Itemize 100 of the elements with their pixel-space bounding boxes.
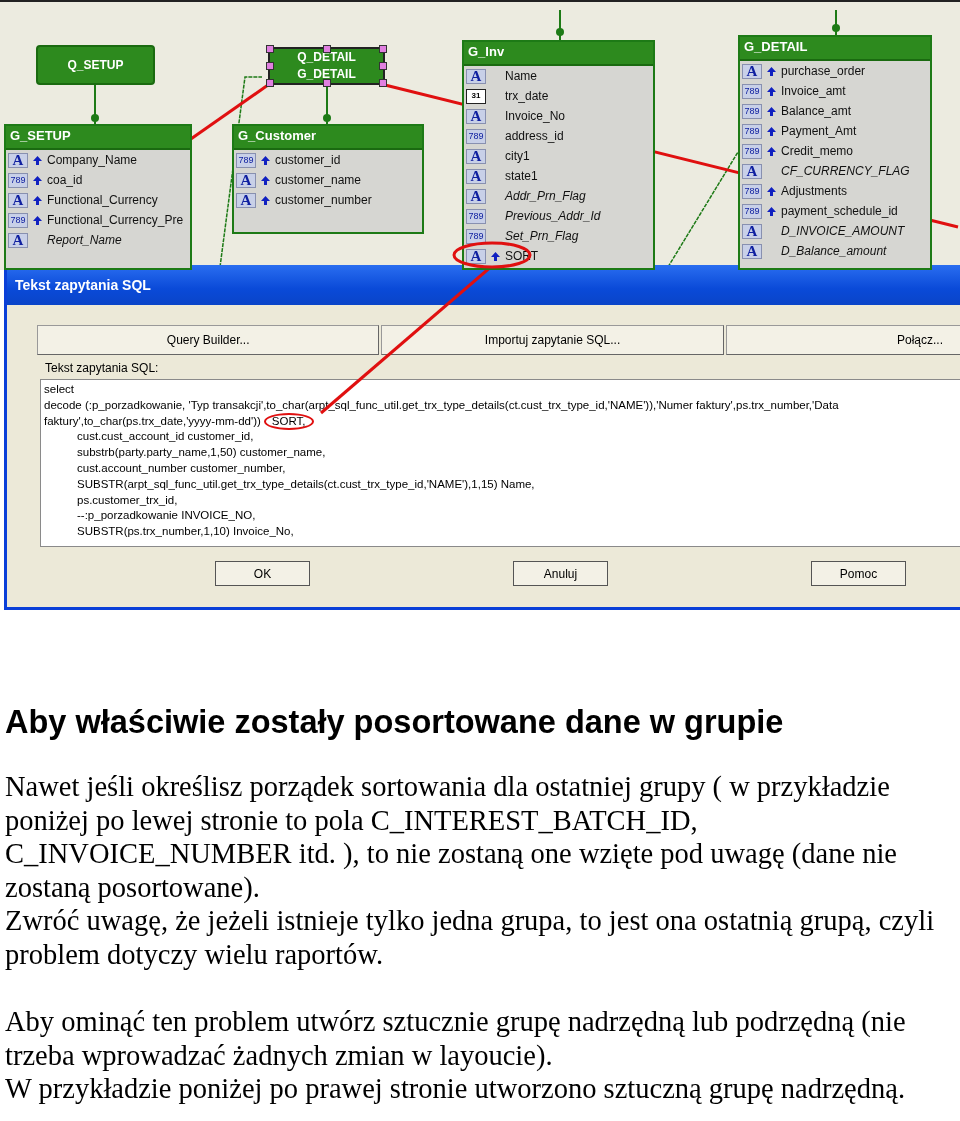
sql-line: SUBSTR(arpt_sql_func_util.get_trx_type_details(ct.cust_trx_type_id,'NAME'),1,15) Name, [76, 476, 536, 492]
sql-line: cust.cust_account_id customer_id, [76, 429, 255, 445]
sql-line: substrb(party.party_name,1,50) customer_name, [76, 445, 327, 461]
field-type-icon: A [742, 243, 762, 259]
field-name[interactable]: Functional_Currency_Pre [47, 213, 184, 227]
field-name[interactable]: Functional_Currency [47, 193, 158, 207]
field-name[interactable]: purchase_order [781, 64, 866, 78]
connector-line [556, 9, 564, 41]
connector-line [323, 84, 331, 125]
sql-line: faktury',to_char(ps.trx_date,'yyyy-mm-dd')) [44, 413, 261, 429]
field-name[interactable]: CF_CURRENCY_FLAG [781, 164, 910, 178]
field-type-icon: A [466, 68, 486, 84]
field-type-icon: A [466, 248, 486, 264]
selection-handle[interactable] [379, 79, 387, 87]
field-type-icon: 789 [236, 152, 256, 168]
query-name: G_DETAIL [297, 66, 356, 83]
field-name[interactable]: Invoice_No [505, 109, 566, 123]
connector-line [832, 9, 840, 36]
field-type-icon: 789 [8, 212, 28, 228]
field-type-icon: 789 [742, 103, 762, 119]
paragraph: Aby ominąć ten problem utwórz sztucznie grupę nadrzędną lub podrzędną (nie trzeba wprowadzać żadnych zmian w layoucie). [5, 1005, 907, 1072]
field-name[interactable]: D_Balance_amount [781, 244, 887, 258]
dialog-button[interactable]: Anuluj [513, 561, 608, 586]
field-name[interactable]: payment_schedule_id [781, 204, 898, 218]
dialog-button[interactable]: Query Builder... [37, 325, 380, 355]
field-name[interactable]: Name [505, 69, 537, 83]
section-heading: Aby właściwie zostały posortowane dane w grupie [5, 703, 785, 742]
field-type-icon: 789 [466, 228, 486, 244]
group-box[interactable]: G_DETAIL A purchase_order 789 Invoice_amt 789 Balance_amt 789 Payment_Amt 789 Credit_memo A CF_CURRENCY_FLAG 789 Adjustments 789 payment_schedule_id A D_INVOICE_AMOUNT A D_Balance_amount [738, 35, 932, 270]
field-name[interactable]: D_INVOICE_AMOUNT [781, 224, 905, 238]
group-title: G_SETUP [6, 126, 190, 150]
sql-text-field[interactable] [40, 379, 960, 547]
dialog-button[interactable]: Pomoc [811, 561, 906, 586]
dialog-button[interactable]: Połącz... [725, 325, 960, 355]
field-name[interactable]: customer_id [275, 153, 341, 167]
field-type-icon: A [466, 168, 486, 184]
group-title: G_DETAIL [740, 37, 930, 61]
group-box[interactable]: G_SETUP A Company_Name 789 coa_id A Functional_Currency 789 Functional_Currency_Pre A Report_Name [4, 124, 192, 270]
field-name[interactable]: trx_date [505, 89, 549, 103]
field-name[interactable]: Invoice_amt [781, 84, 846, 98]
field-name[interactable]: Addr_Prn_Flag [505, 189, 586, 203]
field-type-icon: A [466, 108, 486, 124]
circled-text: SORT, [263, 413, 314, 430]
dialog-button[interactable]: OK [215, 561, 310, 586]
field-name[interactable]: customer_name [275, 173, 362, 187]
field-name[interactable]: Set_Prn_Flag [505, 229, 579, 243]
group-box[interactable]: G_Customer 789 customer_id A customer_name A customer_number [232, 124, 424, 234]
field-type-icon: A [236, 172, 256, 188]
paragraph: W przykładzie poniżej po prawej stronie utworzono sztuczną grupę nadrzędną. [5, 1072, 907, 1106]
field-type-icon: A [742, 163, 762, 179]
sql-line: cust.account_number customer_number, [76, 461, 287, 476]
field-name[interactable]: Company_Name [47, 153, 138, 167]
field-type-icon: A [8, 232, 28, 248]
query-node[interactable]: Q_DETAIL G_DETAIL [268, 47, 385, 85]
field-type-icon: 789 [742, 183, 762, 199]
sql-line: SUBSTR(ps.trx_number,1,10) Invoice_No, [76, 524, 295, 540]
field-type-icon: 31 [466, 88, 486, 104]
selection-handle[interactable] [266, 62, 274, 70]
selection-handle[interactable] [322, 79, 331, 87]
selection-handle[interactable] [322, 45, 331, 53]
selection-handle[interactable] [379, 45, 387, 53]
selection-handle[interactable] [379, 62, 387, 70]
field-type-icon: A [742, 63, 762, 79]
field-type-icon: 789 [742, 123, 762, 139]
field-name[interactable]: customer_number [275, 193, 372, 207]
group-title: G_Inv [464, 42, 653, 66]
field-type-icon: 789 [742, 83, 762, 99]
field-type-icon: 789 [742, 143, 762, 159]
field-name[interactable]: Report_Name [47, 233, 122, 247]
field-name[interactable]: state1 [505, 169, 538, 183]
query-name: Q_SETUP [67, 56, 124, 74]
field-type-icon: 789 [466, 128, 486, 144]
field-name[interactable]: Adjustments [781, 184, 848, 198]
field-name[interactable]: Balance_amt [781, 104, 852, 118]
field-label: Tekst zapytania SQL: [45, 361, 160, 375]
selection-handle[interactable] [266, 45, 274, 53]
sql-line: ps.customer_trx_id, [76, 492, 179, 508]
field-name[interactable]: coa_id [47, 173, 83, 187]
selection-handle[interactable] [266, 79, 274, 87]
sql-line: select [44, 382, 76, 397]
field-name[interactable]: Credit_memo [781, 144, 854, 158]
paragraph: Nawet jeśli określisz porządek sortowania dla ostatniej grupy ( w przykładzie poniżej po lewej stronie to pola C_INTEREST_BATCH_ID, C_INVOICE_NUMBER itd. ), to nie zostaną one wzięte pod uwagę (dane nie zostaną posortowane). [5, 770, 898, 904]
field-type-icon: A [742, 223, 762, 239]
field-type-icon: 789 [8, 172, 28, 188]
field-name[interactable]: Previous_Addr_Id [505, 209, 601, 223]
field-name[interactable]: Payment_Amt [781, 124, 857, 138]
field-type-icon: 789 [466, 208, 486, 224]
field-type-icon: A [8, 192, 28, 208]
query-node[interactable]: Q_SETUP [36, 45, 155, 85]
group-title: G_Customer [234, 126, 422, 150]
query-name: Q_DETAIL [297, 49, 356, 66]
field-type-icon: A [236, 192, 256, 208]
field-type-icon: A [8, 152, 28, 168]
paragraph: Zwróć uwagę, że jeżeli istnieje tylko jedna grupa, to jest ona ostatnią grupą, czyli problem dotyczy wielu raportów. [5, 904, 936, 971]
field-type-icon: 789 [742, 203, 762, 219]
connector-line [91, 84, 99, 125]
field-name[interactable]: address_id [505, 129, 564, 143]
dialog-button[interactable]: Importuj zapytanie SQL... [381, 325, 724, 355]
field-type-icon: A [466, 148, 486, 164]
field-name[interactable]: city1 [505, 149, 530, 163]
